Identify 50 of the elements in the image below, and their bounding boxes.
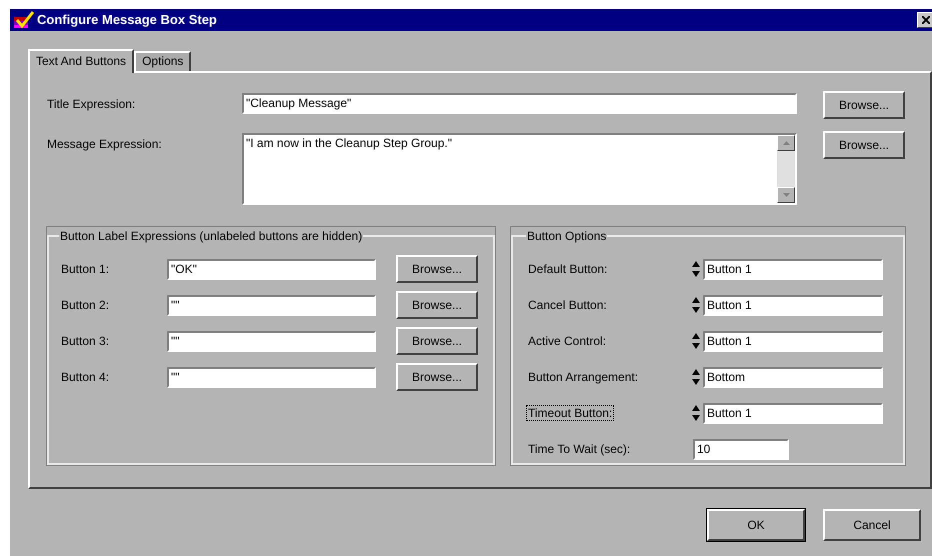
- scroll-up-button[interactable]: [777, 135, 795, 151]
- dropdown-field[interactable]: Button 1: [703, 258, 883, 280]
- scroll-down-button[interactable]: [777, 187, 795, 203]
- field-label: Button 4:: [61, 369, 110, 386]
- button-label-field[interactable]: "": [167, 330, 376, 352]
- tab[interactable]: Options: [134, 51, 192, 71]
- up-arrow-icon: [782, 141, 790, 145]
- title-expression-field[interactable]: "Cleanup Message": [242, 93, 797, 114]
- browse-button[interactable]: Browse...: [823, 91, 905, 119]
- field-label: Button 3:: [61, 333, 110, 350]
- browse-button[interactable]: Browse...: [396, 255, 478, 283]
- browse-button[interactable]: Browse...: [396, 327, 478, 355]
- field-label: Active Control:: [527, 333, 608, 349]
- field-label: Button 1:: [61, 261, 110, 278]
- spin-arrows-icon[interactable]: [691, 295, 701, 315]
- dropdown-field[interactable]: Button 1: [703, 330, 883, 352]
- spin-arrows-icon[interactable]: [691, 403, 701, 423]
- field-label: Cancel Button:: [527, 297, 608, 313]
- spin-arrows-icon[interactable]: [691, 259, 701, 279]
- close-icon: [922, 16, 930, 24]
- dropdown-field[interactable]: Button 1: [703, 402, 883, 424]
- button-label-field[interactable]: "OK": [167, 258, 376, 280]
- field-label: Title Expression:: [47, 96, 136, 113]
- browse-button[interactable]: Browse...: [396, 363, 478, 391]
- field-label: Timeout Button:: [526, 405, 614, 421]
- down-arrow-icon: [782, 193, 790, 197]
- time-field[interactable]: 10: [693, 438, 789, 460]
- spin-arrows-icon[interactable]: [691, 331, 701, 351]
- group-title: Button Label Expressions (unlabeled buttons are hidden): [59, 228, 364, 245]
- message-expression-field[interactable]: "I am now in the Cleanup Step Group.": [242, 133, 797, 205]
- dialog-button[interactable]: Cancel: [823, 509, 921, 541]
- browse-button[interactable]: Browse...: [396, 291, 478, 319]
- field-label: Default Button:: [527, 261, 608, 277]
- button-label-field[interactable]: "": [167, 366, 376, 388]
- dialog-button[interactable]: OK: [707, 509, 805, 541]
- group-title: Button Options: [526, 228, 608, 245]
- field-label: Button Arrangement:: [527, 369, 640, 385]
- field-label: Message Expression:: [47, 136, 163, 153]
- window-title: Configure Message Box Step: [37, 11, 217, 30]
- checkmark-logo-icon: [13, 11, 35, 29]
- scrollbar[interactable]: [777, 135, 795, 203]
- spin-arrows-icon[interactable]: [691, 367, 701, 387]
- browse-button[interactable]: Browse...: [823, 131, 905, 159]
- dropdown-field[interactable]: Button 1: [703, 294, 883, 316]
- tab[interactable]: Text And Buttons: [28, 49, 134, 73]
- dropdown-field[interactable]: Bottom: [703, 366, 883, 388]
- field-label: Button 2:: [61, 297, 110, 314]
- field-label: Time To Wait (sec):: [527, 441, 632, 457]
- button-label-field[interactable]: "": [167, 294, 376, 316]
- close-button[interactable]: [917, 12, 932, 28]
